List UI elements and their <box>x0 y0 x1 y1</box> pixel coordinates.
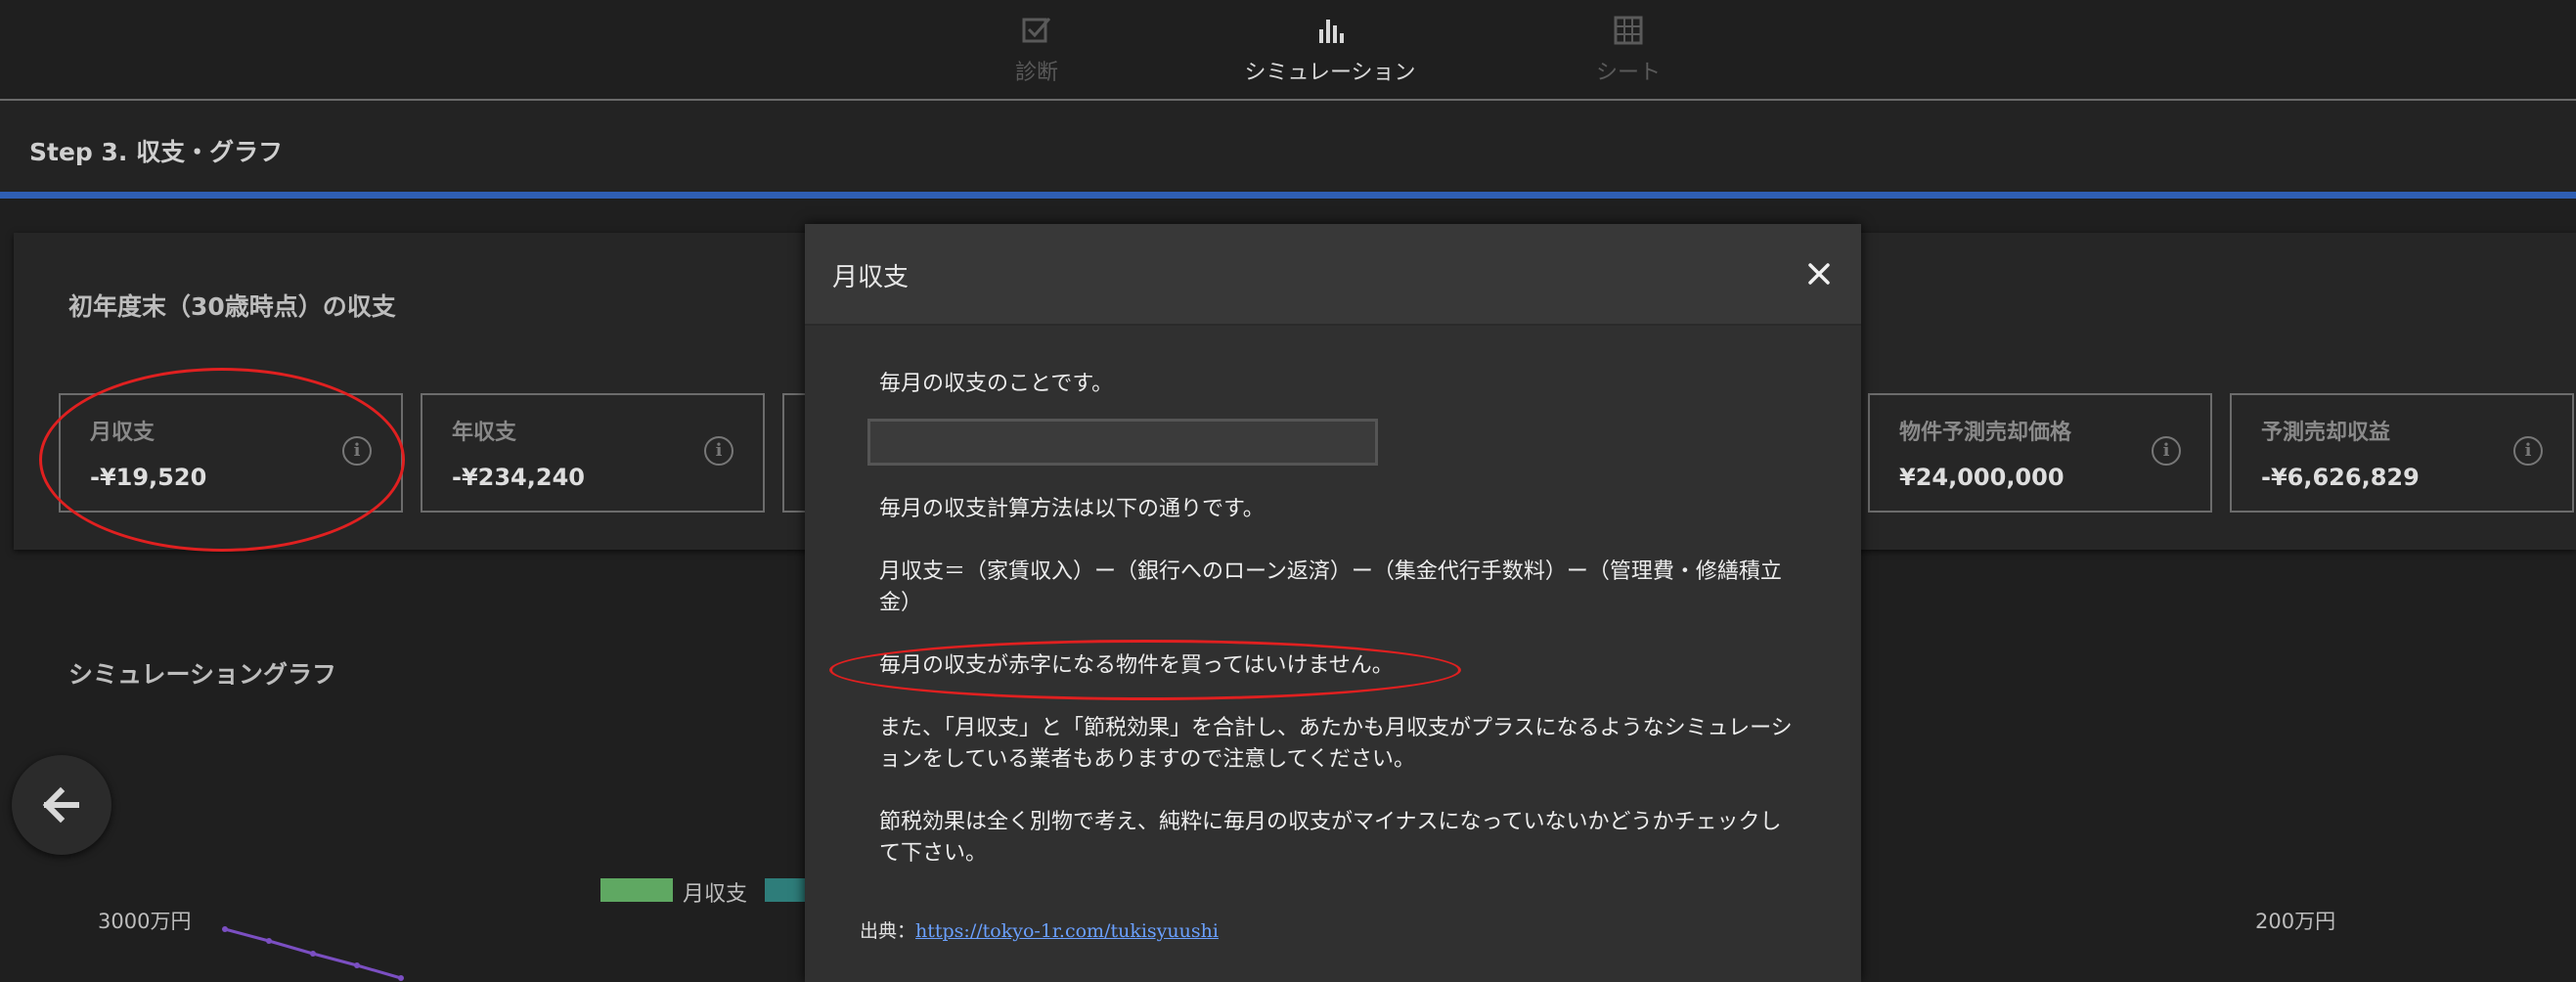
card-label: 予測売却収益 <box>2261 421 2391 445</box>
summary-card-sale-price[interactable]: 物件予測売却価格 ¥24,000,000 i <box>1868 393 2212 513</box>
summary-card-annual[interactable]: 年収支 -¥234,240 i <box>421 393 765 513</box>
modal-text-formula: 月収支＝（家賃収入）ー（銀行へのローン返済）ー（集金代行手数料）ー（管理費・修繕… <box>879 559 1782 615</box>
info-icon[interactable]: i <box>2152 436 2181 466</box>
info-modal: 月収支 毎月の収支のことです。 毎月の収支計算方法は以下の通りです。 月収支＝（… <box>805 224 1861 982</box>
annotation-ellipse-warning <box>829 640 1461 700</box>
summary-card-sale-profit[interactable]: 予測売却収益 -¥6,626,829 i <box>2230 393 2574 513</box>
nav-tab-simulation[interactable]: シミュレーション <box>1232 14 1428 86</box>
y-axis-left-top-label: 3000万円 <box>98 910 192 933</box>
summary-title: 初年度末（30歳時点）の収支 <box>68 292 396 321</box>
modal-source: 出典：https://tokyo-1r.com/tukisyuushi <box>860 916 1219 943</box>
nav-tab-sheet[interactable]: シート <box>1575 14 1682 86</box>
placeholder-box <box>867 419 1378 466</box>
source-link[interactable]: https://tokyo-1r.com/tukisyuushi <box>915 920 1219 942</box>
graph-title: シミュレーショングラフ <box>68 660 337 689</box>
info-icon[interactable]: i <box>704 436 733 466</box>
modal-text-method: 毎月の収支計算方法は以下の通りです。 <box>879 497 1265 521</box>
card-label: 年収支 <box>452 421 517 445</box>
grid-icon <box>1614 16 1643 45</box>
step-progress-bar <box>0 192 2576 199</box>
top-nav: 診断 シミュレーション シート <box>0 0 2576 101</box>
step-title: Step 3. 収支・グラフ <box>29 138 284 166</box>
card-value: -¥6,626,829 <box>2261 464 2420 491</box>
arrow-left-icon <box>42 786 79 824</box>
nav-tab-diagnosis[interactable]: 診断 <box>988 14 1086 86</box>
card-value: -¥234,240 <box>452 464 585 491</box>
y-axis-right-top-label: 200万円 <box>2255 910 2336 933</box>
nav-tab-label: シミュレーション <box>1244 61 1416 85</box>
modal-header: 月収支 <box>805 224 1861 326</box>
legend-swatch-monthly[interactable] <box>600 878 673 902</box>
info-icon[interactable]: i <box>2513 436 2543 466</box>
card-value: ¥24,000,000 <box>1899 464 2065 491</box>
graph-line-series <box>222 926 404 981</box>
modal-text-check: 節税効果は全く別物で考え、純粋に毎月の収支がマイナスになっていないかどうかチェッ… <box>879 810 1782 866</box>
nav-tab-label: シート <box>1595 61 1661 85</box>
legend-label-monthly: 月収支 <box>683 882 748 907</box>
source-prefix: 出典： <box>860 920 916 942</box>
checkbox-icon <box>1022 18 1051 43</box>
bar-chart-icon <box>1319 20 1344 43</box>
legend-swatch-2[interactable] <box>765 878 808 902</box>
modal-title: 月収支 <box>832 263 910 292</box>
annotation-ellipse-card <box>39 368 405 552</box>
modal-text-caution: また、「月収支」と「節税効果」を合計し、あたかも月収支がプラスになるようなシミュ… <box>879 716 1793 772</box>
modal-text-intro: 毎月の収支のことです。 <box>879 372 1114 396</box>
nav-tab-label: 診断 <box>1014 61 1058 85</box>
step-header: Step 3. 収支・グラフ <box>0 101 2576 192</box>
card-label: 物件予測売却価格 <box>1899 421 2072 445</box>
close-icon[interactable] <box>1802 257 1836 290</box>
back-button[interactable] <box>12 755 111 855</box>
